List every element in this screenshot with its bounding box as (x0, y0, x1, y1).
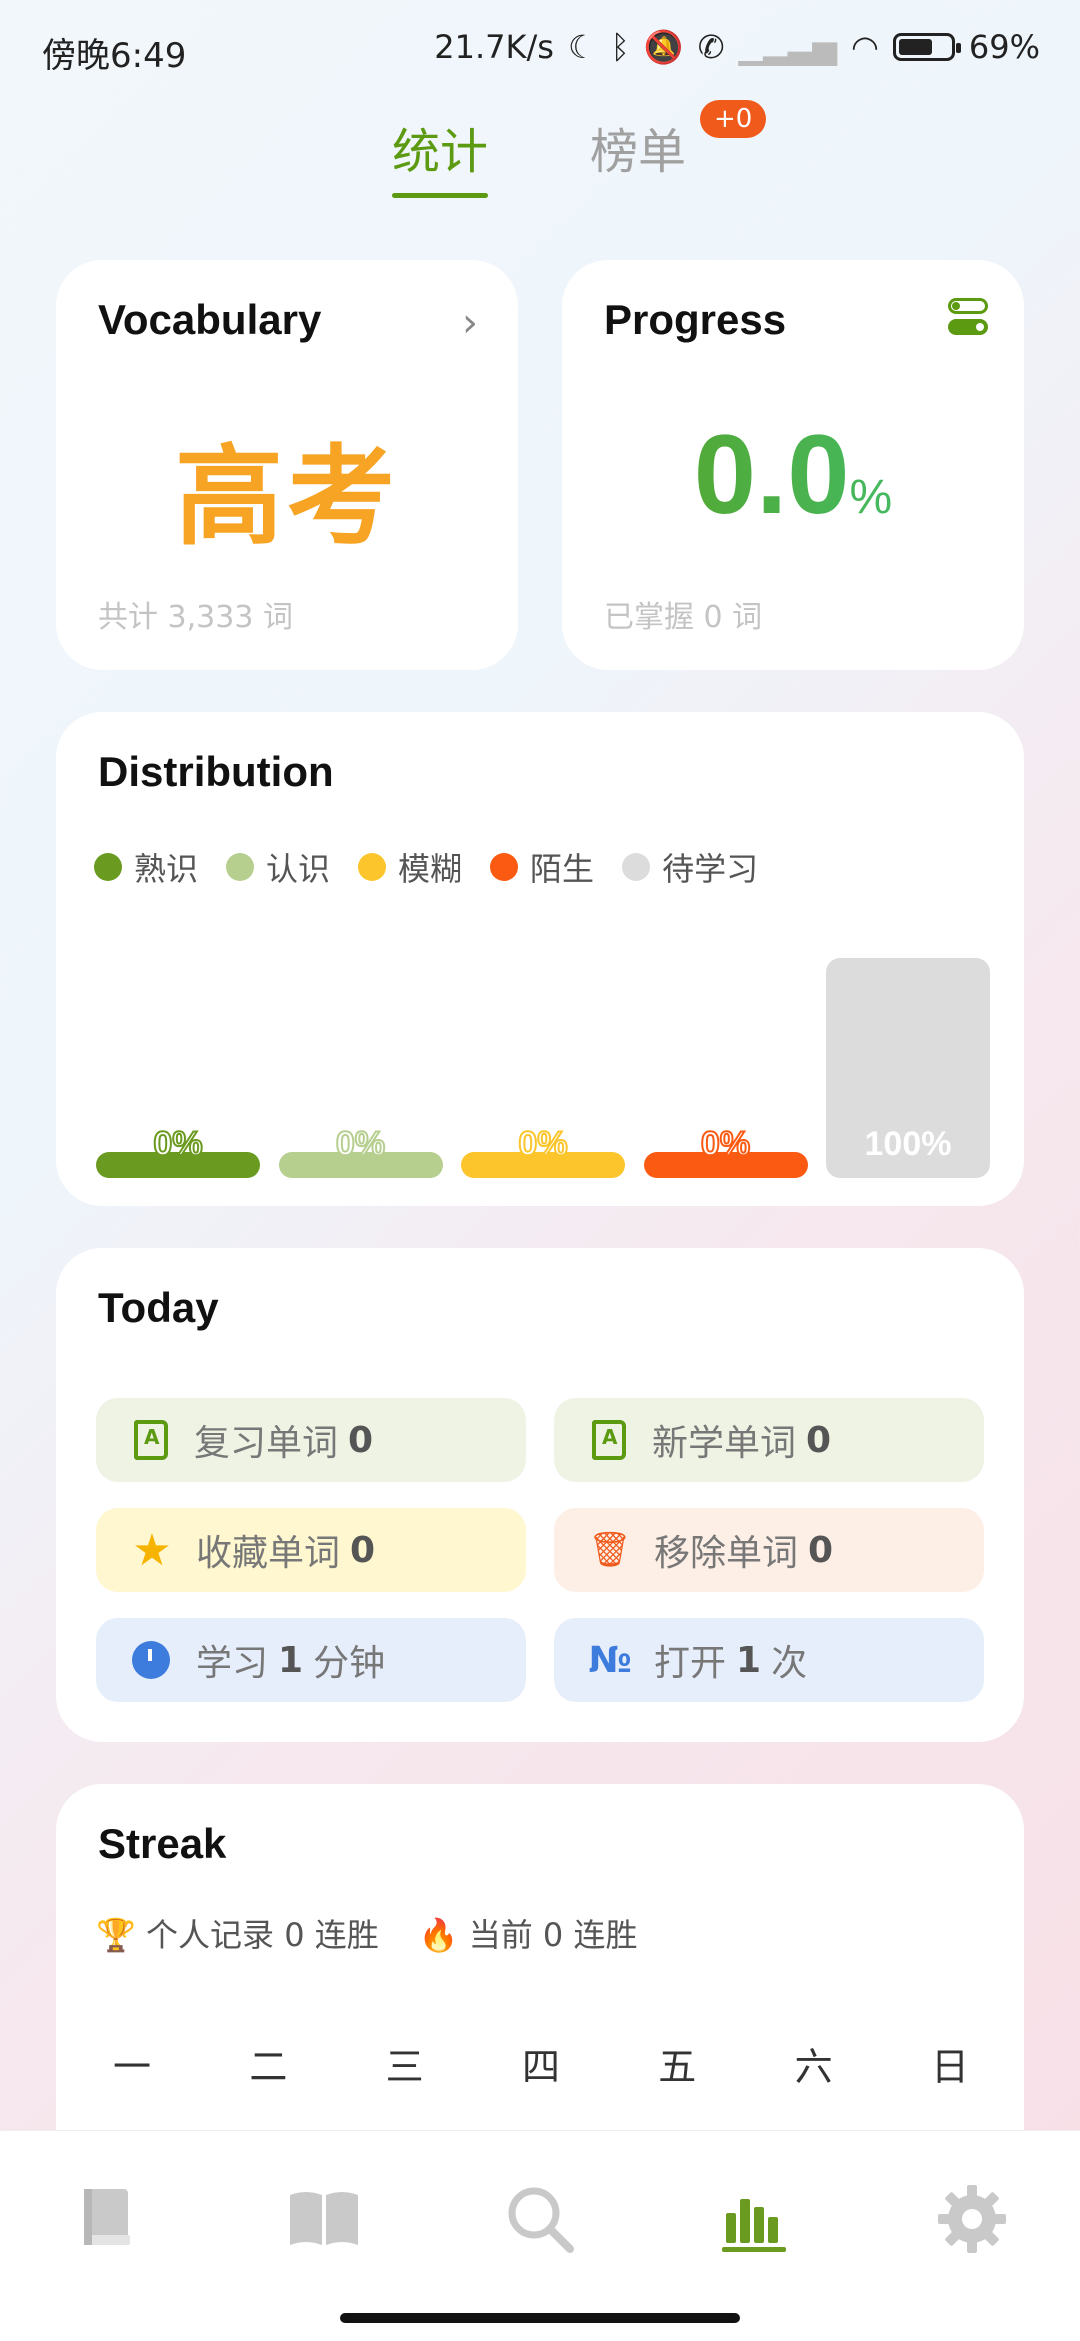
legend-item: 熟识 (94, 844, 198, 890)
bluetooth-icon: ᛒ (610, 28, 630, 66)
distribution-title: Distribution (98, 748, 334, 795)
book-icon (134, 1420, 168, 1460)
weekday-label: 五 (658, 2045, 697, 2089)
gear-icon[interactable] (932, 2179, 1012, 2259)
legend-label: 陌生 (530, 850, 595, 888)
legend-dot (94, 853, 122, 881)
progress-card: Progress 0.0% 已掌握 0 词 (562, 260, 1024, 670)
weekday-label: 六 (794, 2045, 833, 2089)
open-count-item: № 打开 1 次 (554, 1618, 984, 1702)
chevron-right-icon[interactable]: › (462, 300, 478, 346)
vocabulary-title: Vocabulary (98, 296, 322, 343)
legend-item: 模糊 (358, 844, 462, 890)
legend-item: 陌生 (490, 844, 594, 890)
search-icon[interactable] (500, 2179, 580, 2259)
call-icon: ✆ (697, 28, 725, 66)
favorite-words-count: 0 (350, 1529, 376, 1571)
fire-icon: 🔥 (418, 1916, 459, 1954)
review-words-item[interactable]: 复习单词 0 (96, 1398, 526, 1482)
legend-item: 待学习 (622, 844, 758, 890)
book-icon (592, 1420, 626, 1460)
weekday-label: 二 (249, 2045, 288, 2089)
legend-item: 认识 (226, 844, 330, 890)
stats-icon[interactable] (716, 2179, 796, 2259)
moon-icon: ☾ (567, 28, 597, 66)
open-count-label: 打开 (654, 1643, 727, 1684)
status-bar: 傍晚6:49 21.7K/s ☾ ᛒ 🔕 ✆ ▁▂▃▅ ◠ 69% (0, 0, 1080, 100)
study-time-count: 1 (278, 1639, 304, 1681)
distribution-bar-label: 0% (700, 1124, 751, 1164)
tab-rank[interactable]: 榜单 (590, 112, 686, 182)
legend-dot (490, 853, 519, 881)
star-icon: ★ (132, 1524, 172, 1576)
status-time: 傍晚6:49 (42, 36, 187, 76)
open-count-unit: 次 (771, 1643, 808, 1684)
weekday-label: 四 (521, 2045, 560, 2089)
legend-dot (226, 853, 255, 881)
progress-title: Progress (604, 296, 787, 343)
bottom-nav (0, 2130, 1080, 2341)
legend-dot (358, 853, 387, 881)
distribution-bars: 0% 0% 0% 0% 100% (96, 942, 990, 1178)
weekday-label: 一 (112, 2045, 151, 2089)
removed-words-item[interactable]: 🗑 移除单词 0 (554, 1508, 984, 1592)
weekday-label: 三 (385, 2045, 424, 2089)
new-words-label: 新学单词 (652, 1423, 797, 1464)
favorite-words-item[interactable]: ★ 收藏单词 0 (96, 1508, 526, 1592)
distribution-bar-label: 0% (335, 1124, 386, 1164)
number-icon: № (588, 1639, 632, 1681)
book-icon[interactable] (68, 2179, 148, 2259)
study-time-item: 学习 1 分钟 (96, 1618, 526, 1702)
wifi-icon: ◠ (850, 28, 879, 66)
legend-label: 模糊 (398, 850, 463, 888)
clock-icon (132, 1641, 170, 1679)
streak-stats: 🏆 个人记录 0 连胜 🔥 当前 0 连胜 (96, 1910, 637, 1956)
new-words-count: 0 (806, 1419, 832, 1461)
vocabulary-card[interactable]: Vocabulary › 高考 共计 3,333 词 (56, 260, 518, 670)
personal-record: 🏆 个人记录 0 连胜 (96, 1916, 379, 1954)
rank-badge: +0 (700, 100, 767, 138)
legend-label: 待学习 (662, 850, 759, 888)
distribution-bar-label: 0% (517, 1124, 568, 1164)
toggle-icon[interactable] (948, 298, 988, 336)
study-time-label: 学习 (196, 1643, 269, 1684)
legend-label: 认识 (266, 850, 331, 888)
study-time-unit: 分钟 (313, 1643, 386, 1684)
favorite-words-label: 收藏单词 (196, 1533, 341, 1574)
top-tabs: 统计 榜单 +0 (0, 100, 1080, 198)
weekday-label: 日 (930, 2045, 969, 2089)
vocabulary-book: 高考 (174, 435, 399, 560)
status-right: 21.7K/s ☾ ᛒ 🔕 ✆ ▁▂▃▅ ◠ 69% (434, 28, 1040, 66)
today-title: Today (98, 1284, 219, 1331)
signal-icon: ▁▂▃▅ (738, 28, 837, 66)
open-book-icon[interactable] (284, 2179, 364, 2259)
new-words-item[interactable]: 新学单词 0 (554, 1398, 984, 1482)
today-card: Today 复习单词 0 新学单词 0 ★ 收藏单词 0 🗑 移除单词 0 学习… (56, 1248, 1024, 1742)
progress-value: 0.0% (562, 410, 1024, 539)
tab-stats[interactable]: 统计 (392, 112, 489, 198)
distribution-legend: 熟识 认识 模糊 陌生 待学习 (94, 844, 758, 890)
weekday-row: 一二三四五六日 (96, 2036, 986, 2091)
distribution-bar-label: 100% (864, 1125, 952, 1163)
mute-icon: 🔕 (643, 28, 684, 66)
network-speed: 21.7K/s (434, 28, 554, 66)
legend-dot (622, 853, 651, 881)
current-streak: 🔥 当前 0 连胜 (418, 1916, 638, 1954)
streak-title: Streak (98, 1820, 227, 1867)
review-words-label: 复习单词 (194, 1423, 339, 1464)
open-count-count: 1 (736, 1639, 762, 1681)
progress-mastered: 已掌握 0 词 (604, 600, 763, 635)
trash-icon: 🗑 (588, 1530, 632, 1570)
distribution-bar-label: 0% (152, 1124, 203, 1164)
battery-percent: 69% (968, 28, 1040, 66)
legend-label: 熟识 (134, 850, 199, 888)
distribution-card: Distribution 熟识 认识 模糊 陌生 待学习 0% 0% 0% 0% 100% (56, 712, 1024, 1206)
removed-words-label: 移除单词 (654, 1533, 799, 1574)
removed-words-count: 0 (808, 1529, 834, 1571)
vocabulary-total: 共计 3,333 词 (98, 600, 293, 635)
review-words-count: 0 (348, 1419, 374, 1461)
home-indicator[interactable] (340, 2313, 740, 2323)
battery-icon (892, 33, 961, 61)
trophy-icon: 🏆 (96, 1916, 136, 1954)
